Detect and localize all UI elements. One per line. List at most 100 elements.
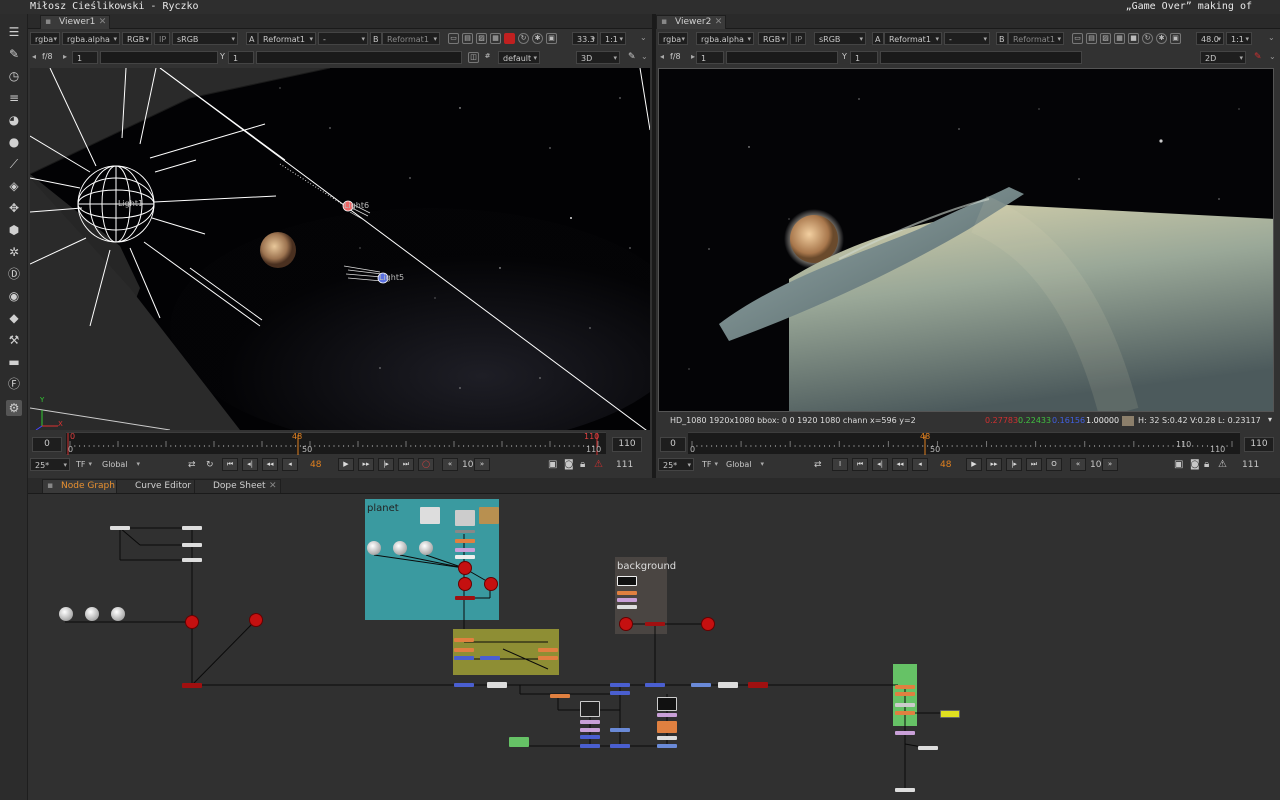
gamma-slider[interactable] (880, 51, 1082, 64)
ofx-icon[interactable]: ⚙ (6, 400, 22, 416)
node-card[interactable] (619, 617, 633, 631)
global-select[interactable]: Global (98, 458, 142, 471)
tab-curve-editor[interactable]: Curve Editor✕ (116, 479, 207, 493)
gpu-icon[interactable]: ✱ (1156, 33, 1167, 44)
ratio-select[interactable]: 1:1 (600, 32, 626, 45)
node-dot[interactable] (718, 682, 738, 688)
fstop-right-icon[interactable]: ▸ (691, 52, 695, 61)
node-sphere[interactable] (458, 561, 472, 575)
channels-select[interactable]: rgba (658, 32, 688, 45)
record-icon[interactable] (504, 33, 515, 44)
node-merge[interactable] (454, 648, 474, 652)
metadata-icon[interactable]: ◆ (6, 310, 22, 326)
play-icon[interactable]: ▶ (338, 458, 354, 471)
3d-icon[interactable]: ⬢ (6, 222, 22, 238)
fstop-label[interactable]: f/8 (42, 52, 53, 61)
colorspace-select[interactable]: sRGB (814, 32, 866, 45)
node-grade[interactable] (657, 713, 677, 717)
node-merge[interactable] (454, 683, 474, 687)
grid-icon[interactable]: # (482, 52, 493, 63)
node-merge[interactable] (454, 638, 474, 642)
play-backward-icon[interactable]: ◂ (912, 458, 928, 471)
out-frame-field[interactable]: 110 (612, 437, 642, 452)
timeline-ruler[interactable]: 0 48 110 0 50 110 (66, 432, 606, 455)
overlay-icon[interactable]: ▣ (1170, 33, 1181, 44)
play-backward-icon[interactable]: ◂ (282, 458, 298, 471)
tab-menu-icon[interactable]: ▪ (45, 16, 51, 29)
node-read-thumbnail[interactable] (617, 576, 637, 586)
node-merge[interactable] (580, 735, 600, 739)
zoom-select[interactable]: 48.0 (1196, 32, 1224, 45)
tab-viewer2[interactable]: ▪ Viewer2 ✕ (656, 15, 727, 29)
a-input-select[interactable]: Reformat1 (884, 32, 942, 45)
step-increment-field[interactable]: 10 (462, 460, 473, 470)
close-icon[interactable]: ✕ (99, 16, 107, 29)
camera-icon[interactable]: ◫ (468, 52, 479, 63)
node-read-thumbnail[interactable] (420, 507, 440, 524)
lock-icon[interactable]: 🔒︎ (580, 459, 585, 470)
views-icon[interactable]: ◉ (6, 288, 22, 304)
node-write[interactable] (509, 737, 529, 747)
compare-mode-select[interactable]: - (944, 32, 990, 45)
node-grade[interactable] (895, 703, 915, 707)
a-input-select[interactable]: Reformat1 (258, 32, 316, 45)
end-frame-field[interactable]: 111 (616, 460, 633, 470)
close-icon[interactable]: ✕ (715, 16, 723, 29)
node-render[interactable] (455, 596, 475, 600)
compare-mode-select[interactable]: - (318, 32, 368, 45)
stop-icon[interactable]: ◯ (418, 458, 434, 471)
fstop-arrow-icon[interactable]: ◂ (660, 52, 664, 61)
node-merge[interactable] (645, 683, 665, 687)
fstop-label[interactable]: f/8 (670, 52, 681, 61)
alpha-channel-select[interactable]: rgba.alpha (62, 32, 120, 45)
rgb-select[interactable]: RGB (122, 32, 152, 45)
roi-icon[interactable]: ▭ (1072, 33, 1083, 44)
node-grade[interactable] (895, 692, 915, 696)
node-read-thumbnail[interactable] (455, 510, 475, 526)
skip-back-icon[interactable]: « (1070, 458, 1086, 471)
merge-icon[interactable]: ◈ (6, 178, 22, 194)
alpha-channel-select[interactable]: rgba.alpha (696, 32, 754, 45)
node-grade[interactable] (617, 598, 637, 602)
paint-icon[interactable]: ✎ (6, 46, 22, 62)
proxy-icon[interactable]: ▤ (1086, 33, 1097, 44)
expand-icon[interactable]: ⌄ (1269, 52, 1276, 61)
gain-slider[interactable] (726, 51, 838, 64)
node-graph-canvas[interactable]: planet background (28, 494, 1280, 800)
node-merge[interactable] (580, 744, 600, 748)
node-read-thumbnail[interactable] (657, 697, 677, 711)
fps-select[interactable]: 25* (30, 458, 70, 471)
prev-keyframe-icon[interactable]: ◂| (242, 458, 258, 471)
node-read-thumbnail[interactable] (580, 701, 600, 717)
tab-menu-icon[interactable]: ▪ (661, 16, 667, 29)
play-icon[interactable]: ▶ (966, 458, 982, 471)
snapshot-icon[interactable]: ◙ (564, 459, 574, 470)
node-scanline-render[interactable] (182, 683, 202, 688)
step-back-icon[interactable]: ◂◂ (262, 458, 278, 471)
out-frame-field[interactable]: 110 (1244, 437, 1274, 452)
node-camera[interactable] (249, 613, 263, 627)
node-read[interactable] (110, 526, 130, 530)
view-mode-select[interactable]: 2D (1200, 51, 1246, 64)
node-merge[interactable] (610, 691, 630, 695)
zoom-select[interactable]: 33.3 (572, 32, 598, 45)
close-icon[interactable]: ✕ (269, 480, 277, 493)
step-increment-field[interactable]: 10 (1090, 460, 1101, 470)
skip-back-icon[interactable]: « (442, 458, 458, 471)
transform-icon[interactable]: ✥ (6, 200, 22, 216)
wipe-icon[interactable]: ▨ (476, 33, 487, 44)
global-select[interactable]: Global (722, 458, 766, 471)
channel-icon[interactable]: ≡ (6, 90, 22, 106)
current-frame-field[interactable]: 48 (310, 460, 321, 470)
node-light[interactable] (393, 541, 407, 555)
expand-icon[interactable]: ⌄ (1268, 33, 1275, 42)
skip-forward-icon[interactable]: » (1102, 458, 1118, 471)
last-frame-icon[interactable]: ⏭ (398, 458, 414, 471)
paint-brush-icon[interactable]: ✎ (628, 52, 636, 62)
time-icon[interactable]: ◷ (6, 68, 22, 84)
particles-icon[interactable]: ✲ (6, 244, 22, 260)
lock-icon[interactable]: 🔒︎ (1204, 459, 1209, 470)
viewer2-render-viewport[interactable] (658, 68, 1274, 412)
node-grade[interactable] (455, 555, 475, 559)
node-sphere[interactable] (484, 577, 498, 591)
